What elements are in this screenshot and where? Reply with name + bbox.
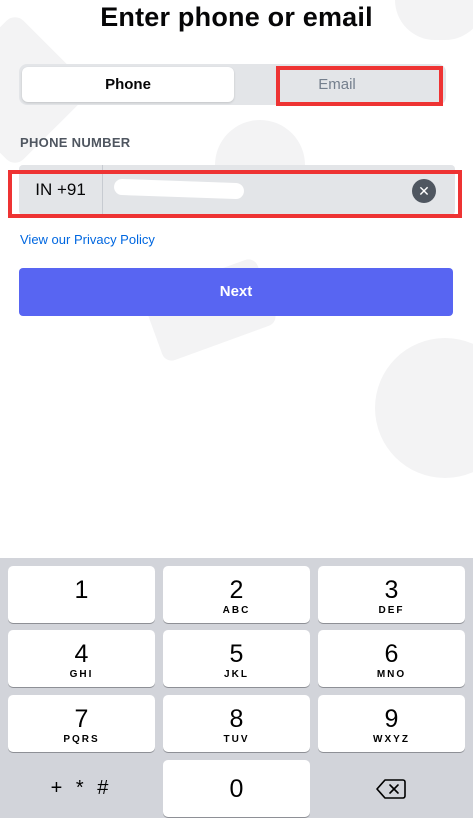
key-digit: 5 <box>229 640 244 668</box>
key-8[interactable]: 8 TUV <box>163 695 310 752</box>
tab-email[interactable]: Email <box>231 67 443 102</box>
key-letters: TUV <box>223 734 250 745</box>
phone-number-field: IN +91 ✕ <box>19 165 455 215</box>
next-button[interactable]: Next <box>19 268 453 316</box>
key-symbols-label: + * # <box>50 777 113 799</box>
numeric-keypad: 1 2 ABC 3 DEF 4 GHI 5 JKL 6 MNO 7 PQRS 8 <box>0 558 473 818</box>
tab-phone[interactable]: Phone <box>22 67 234 102</box>
contact-method-toggle: Phone Email <box>19 64 446 105</box>
key-digit: 9 <box>384 705 399 733</box>
key-letters: WXYZ <box>373 734 410 745</box>
key-digit: 1 <box>74 576 89 604</box>
key-symbols[interactable]: + * # <box>8 760 155 817</box>
backspace-icon <box>376 779 406 799</box>
clear-input-button[interactable]: ✕ <box>412 179 436 203</box>
key-6[interactable]: 6 MNO <box>318 630 465 687</box>
phone-number-label: PHONE NUMBER <box>20 135 131 150</box>
country-code-selector[interactable]: IN +91 <box>19 165 103 215</box>
privacy-policy-link[interactable]: View our Privacy Policy <box>20 232 155 247</box>
key-0[interactable]: 0 <box>163 760 310 817</box>
key-5[interactable]: 5 JKL <box>163 630 310 687</box>
background-shape <box>375 338 473 478</box>
key-digit: 2 <box>229 576 244 604</box>
key-letters: MNO <box>376 669 407 680</box>
key-digit: 3 <box>384 576 399 604</box>
key-digit: 7 <box>74 705 89 733</box>
key-4[interactable]: 4 GHI <box>8 630 155 687</box>
key-1[interactable]: 1 <box>8 566 155 623</box>
key-letters: ABC <box>222 605 251 616</box>
screen: Enter phone or email Phone Email PHONE N… <box>0 0 473 818</box>
key-7[interactable]: 7 PQRS <box>8 695 155 752</box>
key-3[interactable]: 3 DEF <box>318 566 465 623</box>
key-backspace[interactable] <box>318 760 465 817</box>
key-digit: 6 <box>384 640 399 668</box>
key-9[interactable]: 9 WXYZ <box>318 695 465 752</box>
key-letters: PQRS <box>63 734 100 745</box>
page-title: Enter phone or email <box>100 2 373 32</box>
key-digit: 0 <box>229 775 244 803</box>
key-letters: DEF <box>378 605 405 616</box>
key-digit: 8 <box>229 705 244 733</box>
key-2[interactable]: 2 ABC <box>163 566 310 623</box>
key-digit: 4 <box>74 640 89 668</box>
key-letters: GHI <box>69 669 94 680</box>
key-letters: JKL <box>224 669 249 680</box>
close-circle-icon: ✕ <box>418 183 430 199</box>
